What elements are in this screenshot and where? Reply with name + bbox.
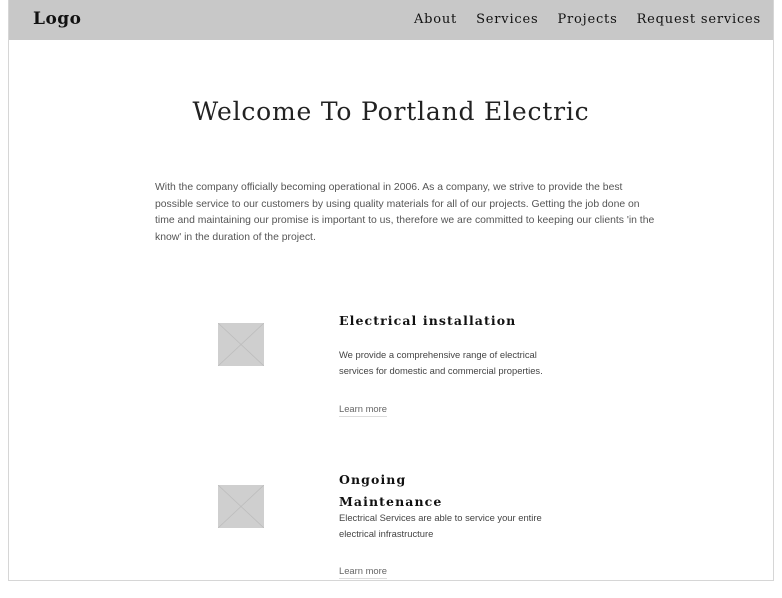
nav-links: About Services Projects Request services bbox=[414, 12, 761, 27]
nav-link-services[interactable]: Services bbox=[476, 12, 538, 27]
logo[interactable]: Logo bbox=[33, 9, 82, 29]
nav-link-projects[interactable]: Projects bbox=[557, 12, 617, 27]
page-title: Welcome To Portland Electric bbox=[192, 97, 590, 126]
service-description: We provide a comprehensive range of elec… bbox=[339, 349, 543, 376]
nav-link-about[interactable]: About bbox=[414, 12, 457, 27]
intro-paragraph: With the company officially becoming ope… bbox=[155, 182, 655, 243]
image-placeholder-icon bbox=[218, 323, 264, 366]
service-title: Electrical installation bbox=[339, 313, 517, 328]
nav-link-request-services[interactable]: Request services bbox=[637, 12, 761, 27]
page-frame: Logo About Services Projects Request ser… bbox=[8, 0, 774, 581]
service-title: Ongoing Maintenance bbox=[339, 472, 443, 509]
service-description: Electrical Services are able to service … bbox=[339, 512, 542, 539]
image-placeholder-icon bbox=[218, 485, 264, 528]
learn-more-link[interactable]: Learn more bbox=[339, 565, 387, 579]
learn-more-link[interactable]: Learn more bbox=[339, 403, 387, 417]
navbar: Logo About Services Projects Request ser… bbox=[9, 0, 773, 40]
